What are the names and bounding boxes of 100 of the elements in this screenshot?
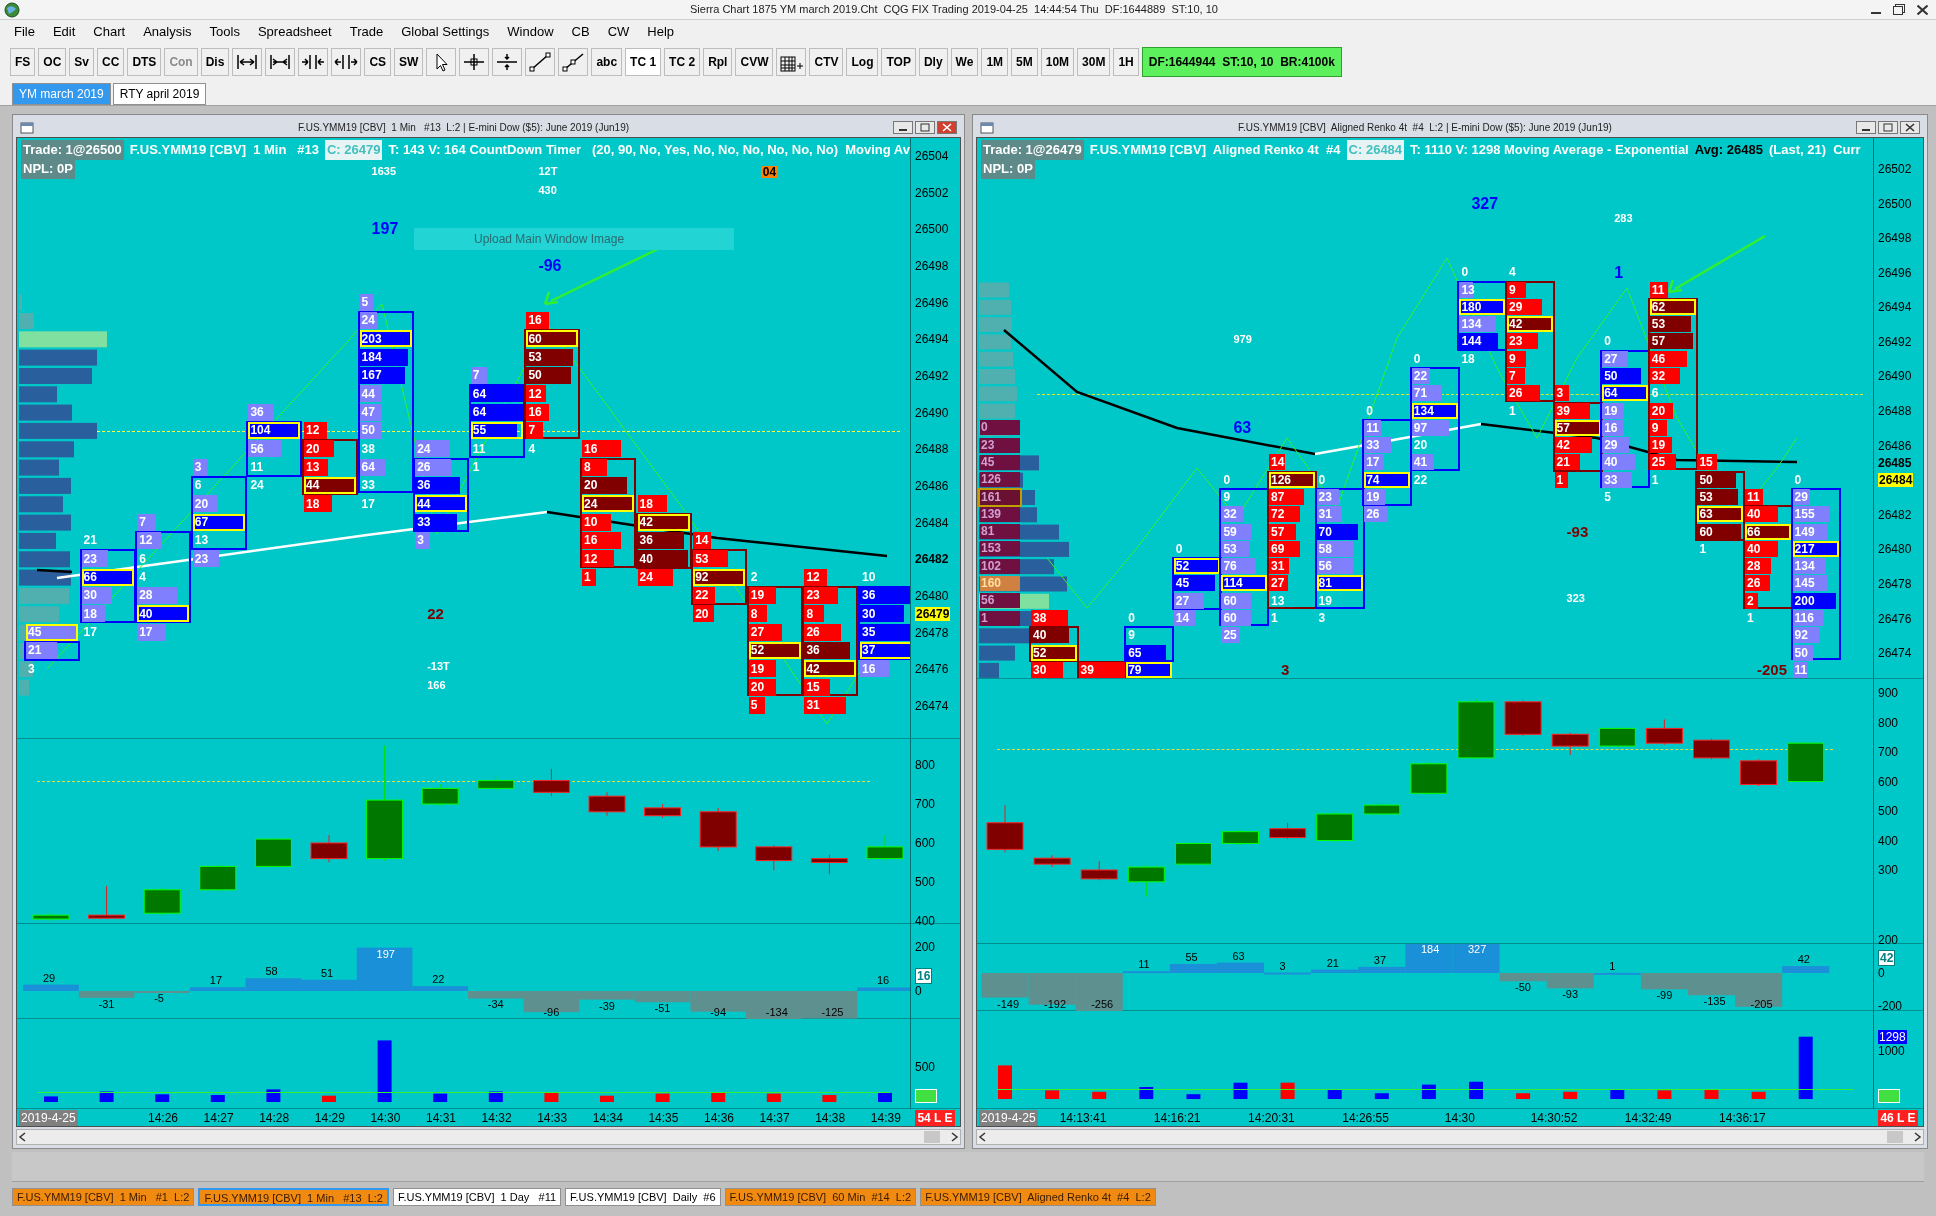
delta-value: 55 [1185,951,1198,963]
footprint-cell-text: 1 [1698,540,1708,557]
axis-label: 26480 [915,588,949,603]
axis-label: 800 [1878,715,1899,730]
menu-item[interactable]: Window [507,22,554,42]
chart-tab[interactable]: F.US.YMM19 [CBV] Daily #6 [565,1188,721,1206]
toolbar-button[interactable]: Log [846,48,879,76]
toolbar-button[interactable]: CTV [809,48,844,76]
axis-label: 26484 [915,515,949,530]
chart-tab[interactable]: F.US.YMM19 [CBV] Aligned Renko 4t #4 L:2 [920,1188,1156,1206]
footprint-cell-text: 6 [193,477,203,494]
footprint-cell-text: 0 [1460,264,1470,281]
footprint-cell: 52 [1031,644,1077,661]
menu-item[interactable]: Global Settings [401,22,490,42]
menu-item[interactable]: Spreadsheet [257,22,332,42]
menu-item[interactable]: Analysis [143,22,192,42]
footprint-cell: 35 [860,623,910,641]
toolbar-button[interactable]: abc [591,48,623,76]
footprint-cell: 40 [637,550,690,568]
delta-value: 17 [209,975,223,987]
toolbar-button[interactable]: 30M [1077,48,1111,76]
chart-tab[interactable]: F.US.YMM19 [CBV] 1 Day #11 [392,1188,562,1206]
delta-value: -94 [710,1007,727,1018]
delta-value: 29 [43,972,56,984]
axis-label: 26502 [915,185,949,200]
footprint-cell-text: 4 [138,569,147,586]
toolbar-button[interactable]: Dis [200,48,230,76]
footprint-cell-text: 4 [1508,264,1517,281]
menu-item[interactable]: Chart [93,22,126,42]
menu-item[interactable]: Help [647,22,675,42]
footprint-cell: 114 [1221,575,1268,592]
study-label: (Last, 21) Curr [1768,141,1861,159]
menu-item[interactable]: Edit [52,22,76,42]
axis-label: 300 [1878,863,1899,877]
footprint-cell: 57 [1649,333,1696,350]
chart-tab[interactable]: F.US.YMM19 [CBV] 1 Min #13 L:2 [198,1188,389,1206]
axis-label: 26498 [915,258,949,273]
footprint-cell: 92 [693,568,746,586]
toolbar-button[interactable]: TC 1 [625,48,662,76]
toolbar-button[interactable]: CVW [735,48,774,76]
toolbar-button[interactable]: OC [38,48,67,76]
toolbar-button[interactable]: SW [394,48,424,76]
chart-annotation: 63 [1233,420,1252,437]
footprint-cell-text: 1 [1650,471,1660,488]
toolbar-button[interactable]: 10M [1040,48,1075,76]
toolbar-button[interactable]: CS [364,48,392,76]
chart-tab[interactable]: F.US.YMM19 [CBV] 1 Min #1 L:2 [12,1188,195,1206]
date-label: 2019-4-25 [19,1110,78,1126]
toolbar-button[interactable]: FS [10,48,36,76]
symbol-label: F.US.YMM19 [CBV] 1 Min #13 [129,141,319,159]
axis-label: 26480 [1878,542,1912,557]
toolbar-button[interactable]: 1M [981,48,1009,76]
menu-item[interactable]: Tools [209,22,240,42]
menu-item[interactable]: CW [607,22,630,42]
menu-item[interactable]: File [14,22,35,42]
toolbar-button[interactable]: CC [97,48,125,76]
delta-value: -39 [599,1000,615,1012]
toolbar-button[interactable]: TOP [881,48,916,76]
footprint-cell-text: 11 [249,459,265,476]
npl-label: NPL: 0P [21,159,75,179]
menu-item[interactable]: CB [571,22,590,42]
profile-value: 56 [980,593,1020,609]
toolbar-button[interactable]: 1H [1113,48,1139,76]
toolbar-button[interactable]: DTS [127,48,162,76]
menu-item[interactable]: Trade [349,22,384,42]
chart-tab[interactable]: F.US.YMM19 [CBV] 60 Min #14 L:2 [724,1188,917,1206]
axis-label: 0 [915,984,922,998]
footprint-cell: 64 [1602,385,1649,402]
time-label: 14:27 [203,1110,234,1126]
profile-value: 1 [980,610,1020,626]
date-label: 2019-4-25 [979,1110,1038,1126]
delta-value: 58 [265,966,278,978]
footprint-cell-text: 0 [1222,471,1232,488]
footprint-cell-text: 5 [1603,489,1612,505]
toolbar-button[interactable]: TC 2 [664,48,701,76]
chartbook-tab[interactable]: RTY april 2019 [112,83,207,105]
toolbar-button[interactable]: We [950,48,979,76]
close-price: C: 26484 [1346,140,1405,160]
value-badge: 42 [1878,950,1896,966]
toolbar-button[interactable]: Rpl [703,48,733,76]
time-label: 14:30 [370,1110,401,1126]
axis-label: 500 [915,1060,936,1074]
axis-label: 800 [915,758,936,772]
toolbar-button[interactable]: Dly [918,48,948,76]
footprint-cell: 55 [470,421,523,439]
chart-annotation: 1635 [371,166,397,178]
footprint-cell-text: 17 [360,495,376,513]
axis-label: 700 [1878,745,1899,759]
axis-label: 26492 [915,368,949,383]
delta-value: -51 [654,1003,671,1015]
window-title: Sierra Chart 1875 YM march 2019.Cht CQG FIX Trading 2019-04-25 14:44:54 Thu DF:1644889 ST:10, 10 [690,2,1218,18]
footprint-cell: 74 [1364,471,1411,488]
footprint-cell: 57 [1554,419,1601,436]
toolbar-button[interactable]: Sv [69,48,95,76]
footprint-cell: 60 [526,330,579,348]
delta-value: 37 [1373,954,1387,966]
footprint-cell: 64 [470,403,523,421]
delta-value: -93 [1562,989,1579,1001]
footprint-cell: 66 [81,568,134,586]
toolbar-button[interactable]: 5M [1011,48,1038,76]
